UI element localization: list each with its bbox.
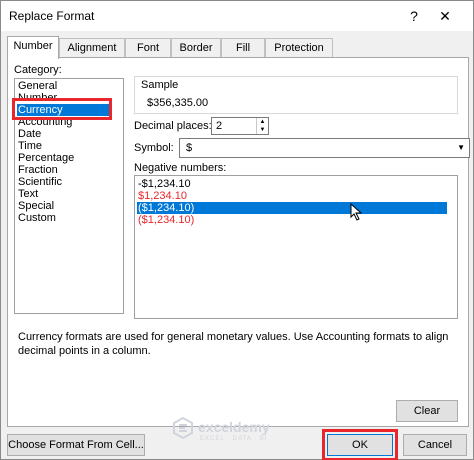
decimal-places-stepper[interactable]: 2 ▲ ▼	[211, 117, 269, 135]
category-item[interactable]: Custom	[17, 212, 56, 224]
decimal-places-value: 2	[216, 120, 223, 132]
category-item[interactable]: Text	[17, 188, 38, 200]
category-item[interactable]: Fraction	[17, 164, 58, 176]
tab-border[interactable]: Border	[171, 38, 221, 58]
category-item[interactable]: Special	[17, 200, 54, 212]
tab-alignment[interactable]: Alignment	[59, 38, 125, 58]
tab-font[interactable]: Font	[125, 38, 171, 58]
negative-format-item[interactable]: -$1,234.10	[137, 178, 191, 190]
ok-highlight-box	[322, 429, 398, 460]
sample-label: Sample	[141, 79, 179, 91]
exceldemy-logo-icon	[173, 416, 193, 440]
choose-format-from-cell-button[interactable]: Choose Format From Cell...	[7, 434, 145, 456]
close-button[interactable]: ✕	[433, 5, 457, 27]
category-item[interactable]: Scientific	[17, 176, 62, 188]
cancel-button[interactable]: Cancel	[403, 434, 467, 456]
dialog-title: Replace Format	[9, 9, 95, 23]
category-item[interactable]: Percentage	[17, 152, 74, 164]
negative-format-item[interactable]: $1,234.10	[137, 190, 187, 202]
chevron-up-icon[interactable]: ▲	[257, 118, 268, 126]
negative-numbers-label: Negative numbers:	[134, 162, 227, 174]
replace-format-dialog: Replace Format ? ✕ Number Alignment Font…	[0, 0, 474, 460]
negative-format-item-selected[interactable]: ($1,234.10)	[137, 202, 447, 214]
watermark-name: exceldemy	[198, 419, 270, 435]
sample-value: $356,335.00	[147, 97, 209, 109]
mouse-cursor-icon	[350, 203, 363, 221]
category-item[interactable]: General	[17, 80, 57, 92]
negative-numbers-list[interactable]: -$1,234.10 $1,234.10 ($1,234.10) ($1,234…	[134, 175, 458, 319]
chevron-down-icon: ▼	[457, 143, 465, 152]
currency-highlight-box	[12, 98, 112, 120]
category-item[interactable]: Time	[17, 140, 42, 152]
exceldemy-watermark: exceldemy EXCEL · DATA · BI	[171, 416, 270, 443]
category-description: Currency formats are used for general mo…	[18, 331, 449, 357]
tab-fill[interactable]: Fill	[221, 38, 265, 58]
category-item[interactable]: Date	[17, 128, 41, 140]
number-tab-panel: Category: General Number Currency Accoun…	[7, 57, 470, 427]
chevron-down-icon[interactable]: ▼	[257, 126, 268, 134]
negative-format-item[interactable]: ($1,234.10)	[137, 214, 194, 226]
decimal-places-label: Decimal places:	[134, 120, 212, 132]
tab-number[interactable]: Number	[7, 36, 59, 59]
category-label: Category:	[14, 64, 62, 76]
watermark-tagline: EXCEL · DATA · BI	[200, 436, 268, 442]
clear-button[interactable]: Clear	[396, 400, 458, 422]
symbol-label: Symbol:	[134, 142, 174, 154]
help-button[interactable]: ?	[403, 5, 425, 27]
stepper-arrows[interactable]: ▲ ▼	[256, 118, 268, 134]
symbol-dropdown[interactable]: $ ▼	[179, 138, 470, 158]
tab-protection[interactable]: Protection	[265, 38, 333, 58]
sample-group: Sample $356,335.00	[134, 76, 458, 114]
symbol-value: $	[186, 142, 193, 154]
title-bar: Replace Format ? ✕	[1, 1, 473, 31]
